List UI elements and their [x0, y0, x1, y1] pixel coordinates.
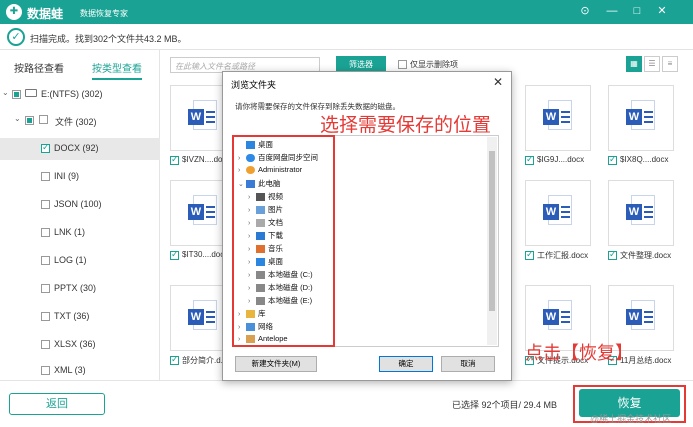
file-checkbox[interactable] — [525, 249, 534, 260]
ok-button[interactable]: 确定 — [379, 356, 433, 372]
type-item-txt[interactable]: TXT (36) — [0, 306, 160, 328]
type-checkbox[interactable] — [41, 200, 50, 209]
file-name: 工作汇报.docx — [537, 251, 589, 260]
drive-icon — [25, 89, 37, 97]
chevron-down-icon[interactable]: ⌄ — [2, 88, 9, 97]
type-item-log[interactable]: LOG (1) — [0, 250, 160, 272]
maximize-button[interactable]: □ — [630, 4, 644, 18]
file-name: $IX8Q....docx — [620, 155, 669, 164]
file-name: $IG9J....docx — [537, 155, 585, 164]
file-thumbnail: W — [608, 85, 674, 151]
scan-status-text: 扫描完成。找到302个文件共43.2 MB。 — [30, 34, 187, 44]
type-item-lnk[interactable]: LNK (1) — [0, 222, 160, 244]
tree-scrollbar[interactable] — [487, 137, 497, 345]
file-card[interactable]: W $IX8Q....docx — [598, 85, 684, 171]
chevron-down-icon[interactable]: ⌄ — [14, 114, 21, 123]
type-label: JSON (100) — [54, 199, 102, 209]
drive-checkbox[interactable] — [12, 90, 21, 99]
type-item-xml[interactable]: XML (3) — [0, 360, 160, 382]
title-bar: ✚ 数据蛙 数据恢复专家 ⊙ — □ ✕ — [0, 0, 693, 24]
list-view-icon[interactable]: ☰ — [644, 56, 660, 72]
file-checkbox[interactable] — [170, 154, 179, 165]
file-checkbox[interactable] — [608, 154, 617, 165]
minimize-button[interactable]: — — [605, 4, 619, 18]
type-checkbox[interactable] — [41, 366, 50, 375]
word-doc-icon: W — [543, 300, 572, 330]
word-doc-icon: W — [626, 100, 655, 130]
folder-checkbox[interactable] — [25, 116, 34, 125]
check-circle-icon: ✓ — [7, 28, 25, 46]
type-label: XML (3) — [54, 365, 86, 375]
annotation-click-recover: 点击【恢复】 — [525, 343, 633, 363]
type-label: PPTX (30) — [54, 283, 97, 293]
word-doc-icon: W — [188, 100, 217, 130]
file-checkbox[interactable] — [608, 249, 617, 260]
watermark: @稀土掘金技术社区 — [590, 414, 672, 424]
file-thumbnail: W — [525, 85, 591, 151]
word-doc-icon: W — [188, 300, 217, 330]
file-name: 部分简介.d... — [182, 356, 228, 365]
word-doc-icon: W — [543, 195, 572, 225]
app-logo-icon: ✚ — [6, 4, 22, 20]
type-checkbox[interactable] — [41, 284, 50, 293]
file-thumbnail: W — [525, 180, 591, 246]
file-card[interactable]: W $IG9J....docx — [515, 85, 601, 171]
scrollbar-thumb[interactable] — [489, 151, 495, 311]
type-item-json[interactable]: JSON (100) — [0, 194, 160, 216]
folder-label: 文件 (302) — [55, 117, 97, 127]
folder-icon — [39, 115, 48, 124]
deleted-only-label: 仅显示删除项 — [410, 60, 458, 69]
tab-by-path[interactable]: 按路径查看 — [14, 60, 64, 75]
cancel-button[interactable]: 取消 — [441, 356, 495, 372]
file-name: 文件整理.docx — [620, 251, 672, 260]
type-checkbox[interactable] — [41, 142, 50, 153]
dialog-close-icon[interactable]: ✕ — [493, 75, 503, 89]
sidebar: 按路径查看 按类型查看 ⌄ E:(NTFS) (302) ⌄ 文件 (302) … — [0, 50, 160, 380]
app-name: 数据蛙 — [27, 7, 64, 21]
drive-label: E:(NTFS) (302) — [41, 89, 103, 99]
type-checkbox[interactable] — [41, 228, 50, 237]
file-checkbox[interactable] — [170, 354, 179, 365]
tab-by-type[interactable]: 按类型查看 — [92, 60, 142, 80]
type-label: XLSX (36) — [54, 339, 96, 349]
back-button[interactable]: 返回 — [9, 393, 105, 415]
scan-status-bar: ✓ 扫描完成。找到302个文件共43.2 MB。 — [0, 24, 693, 50]
new-folder-button[interactable]: 新建文件夹(M) — [235, 356, 317, 372]
type-checkbox[interactable] — [41, 312, 50, 321]
file-checkbox[interactable] — [525, 154, 534, 165]
tree-highlight-box — [232, 135, 335, 347]
type-checkbox[interactable] — [41, 172, 50, 181]
selected-info: 已选择 92个项目/ 29.4 MB — [452, 400, 558, 410]
app-subtitle: 数据恢复专家 — [80, 9, 128, 18]
close-button[interactable]: ✕ — [655, 4, 669, 18]
type-item-xlsx[interactable]: XLSX (36) — [0, 334, 160, 356]
type-item-ini[interactable]: INI (9) — [0, 166, 160, 188]
tree-drive[interactable]: ⌄ E:(NTFS) (302) — [0, 84, 160, 106]
file-card[interactable]: W 工作汇报.docx — [515, 180, 601, 266]
word-doc-icon: W — [626, 300, 655, 330]
file-checkbox[interactable] — [170, 249, 179, 260]
file-card[interactable]: W 文件整理.docx — [598, 180, 684, 266]
dialog-title: 浏览文件夹 — [231, 80, 277, 90]
type-checkbox[interactable] — [41, 340, 50, 349]
type-item-docx[interactable]: DOCX (92) — [0, 138, 160, 160]
type-label: LNK (1) — [54, 227, 86, 237]
type-label: LOG (1) — [54, 255, 87, 265]
grid-view-icon[interactable]: ▦ — [626, 56, 642, 72]
word-doc-icon: W — [188, 195, 217, 225]
deleted-only-checkbox[interactable] — [398, 60, 407, 69]
theme-icon[interactable]: ⊙ — [578, 4, 592, 18]
type-label: TXT (36) — [54, 311, 90, 321]
detail-view-icon[interactable]: ≡ — [662, 56, 678, 72]
word-doc-icon: W — [543, 100, 572, 130]
type-checkbox[interactable] — [41, 256, 50, 265]
annotation-choose-location: 选择需要保存的位置 — [320, 115, 492, 136]
word-doc-icon: W — [626, 195, 655, 225]
tree-folder[interactable]: ⌄ 文件 (302) — [0, 110, 160, 132]
type-item-pptx[interactable]: PPTX (30) — [0, 278, 160, 300]
type-label: INI (9) — [54, 171, 80, 181]
type-label: DOCX (92) — [54, 143, 99, 153]
file-thumbnail: W — [608, 180, 674, 246]
